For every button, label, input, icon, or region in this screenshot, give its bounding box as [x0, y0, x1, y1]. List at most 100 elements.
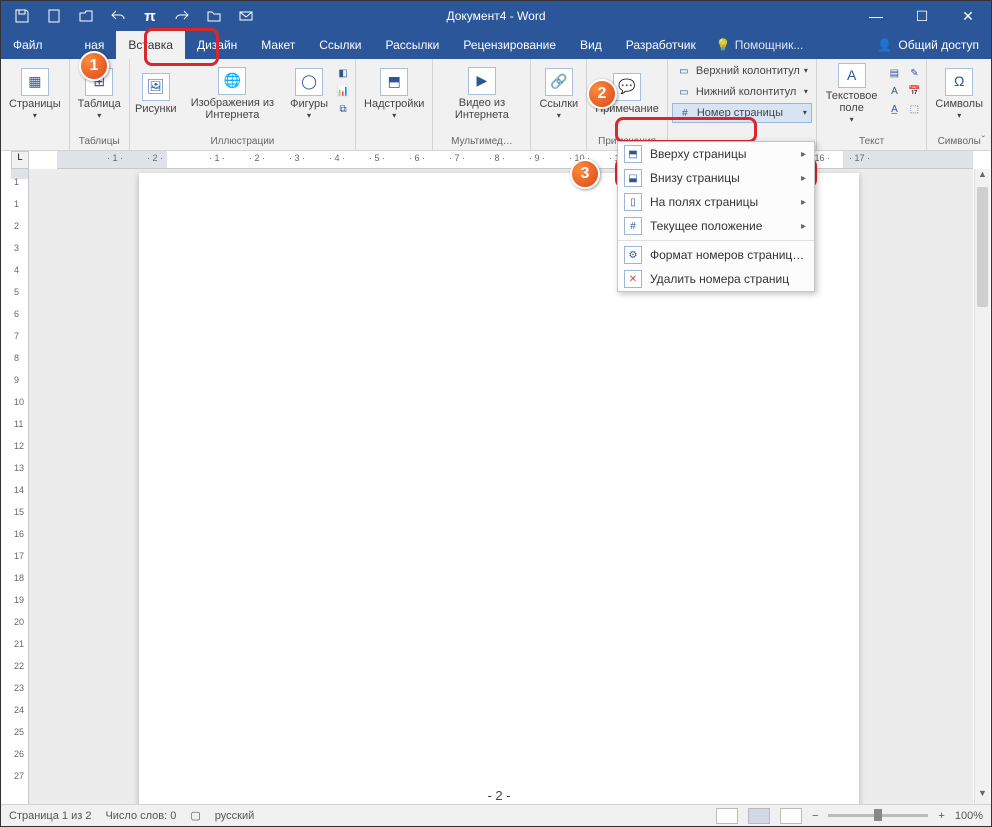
status-page[interactable]: Страница 1 из 2: [9, 810, 91, 822]
dd-remove-page-numbers[interactable]: ✕Удалить номера страниц: [618, 267, 814, 291]
pictures-button[interactable]: 🖼Рисунки: [134, 61, 178, 127]
object-icon[interactable]: ⬚: [906, 101, 922, 117]
status-language[interactable]: русский: [215, 810, 254, 822]
dd-page-margins[interactable]: ▯На полях страницы▸: [618, 190, 814, 214]
quick-access-toolbar: π: [1, 1, 267, 31]
textbox-button[interactable]: AТекстовое поле▾: [821, 61, 883, 127]
view-print-layout[interactable]: [748, 808, 770, 824]
badge-2: 2: [587, 79, 617, 109]
zoom-in-button[interactable]: +: [938, 810, 944, 822]
dd-bottom-of-page[interactable]: ⬓Внизу страницы▸: [618, 166, 814, 190]
proofing-icon[interactable]: ▢: [190, 809, 200, 822]
zoom-slider-knob[interactable]: [874, 809, 882, 821]
chart-icon[interactable]: 📊: [335, 83, 351, 99]
footer-button[interactable]: ▭Нижний колонтитул▾: [672, 82, 812, 102]
scrollbar-thumb[interactable]: [977, 187, 988, 307]
tab-review[interactable]: Рецензирование: [451, 31, 568, 59]
ruler-horizontal[interactable]: · 1 ·· 2 ·· 1 ·· 2 ·· 3 ·· 4 ·· 5 ·· 6 ·…: [57, 151, 973, 169]
window-controls: — ☐ ✕: [853, 1, 991, 31]
screenshot-icon[interactable]: ⧉: [335, 101, 351, 117]
qat-open-icon[interactable]: [73, 3, 99, 29]
qat-folder-icon[interactable]: [201, 3, 227, 29]
qat-save-icon[interactable]: [9, 3, 35, 29]
shapes-button[interactable]: ◯Фигуры▾: [287, 61, 331, 127]
view-read-mode[interactable]: [716, 808, 738, 824]
wordart-icon[interactable]: A: [886, 83, 902, 99]
status-bar: Страница 1 из 2 Число слов: 0 ▢ русский …: [1, 804, 991, 826]
scroll-down-icon[interactable]: ▼: [975, 788, 990, 804]
view-web-layout[interactable]: [780, 808, 802, 824]
tell-me-search[interactable]: 💡Помощник...: [716, 31, 804, 59]
tab-insert[interactable]: Вставка: [116, 31, 185, 59]
group-text: AТекстовое поле▾ ▤ A A̲ ✎ 📅 ⬚ Текст: [817, 59, 928, 150]
qat-redo-icon[interactable]: [169, 3, 195, 29]
ruler-vertical[interactable]: 1123456789101112131415161718192021222324…: [11, 169, 29, 804]
header-icon: ▭: [676, 63, 692, 79]
group-header-footer: ▭Верхний колонтитул▾ ▭Нижний колонтитул▾…: [668, 59, 817, 150]
bulb-icon: 💡: [716, 38, 731, 52]
dropcap-icon[interactable]: A̲: [886, 101, 902, 117]
minimize-button[interactable]: —: [853, 1, 899, 31]
pages-button[interactable]: ▦Страницы▾: [5, 61, 65, 127]
collapse-ribbon-icon[interactable]: ˇ: [982, 135, 985, 146]
qat-new-icon[interactable]: [41, 3, 67, 29]
group-links: 🔗Ссылки▾: [531, 59, 587, 150]
addins-button[interactable]: ⬒Надстройки▾: [360, 61, 428, 127]
group-media: ▶Видео из Интернета Мультимед…: [433, 59, 531, 150]
scroll-up-icon[interactable]: ▲: [975, 169, 990, 185]
smartart-icon[interactable]: ◧: [335, 65, 351, 81]
chevron-right-icon: ▸: [801, 173, 806, 184]
shapes-icon: ◯: [295, 68, 323, 96]
dd-current-position[interactable]: #Текущее положение▸: [618, 214, 814, 238]
tab-references[interactable]: Ссылки: [307, 31, 373, 59]
links-button[interactable]: 🔗Ссылки▾: [535, 61, 582, 127]
addins-icon: ⬒: [380, 68, 408, 96]
tab-design[interactable]: Дизайн: [185, 31, 249, 59]
online-video-button[interactable]: ▶Видео из Интернета: [437, 61, 526, 127]
tab-file[interactable]: Файл: [1, 31, 55, 59]
tab-layout[interactable]: Макет: [249, 31, 307, 59]
page-icon: ▦: [21, 68, 49, 96]
header-button[interactable]: ▭Верхний колонтитул▾: [672, 61, 812, 81]
badge-1: 1: [79, 51, 109, 81]
symbols-button[interactable]: ΩСимволы▾: [931, 61, 987, 127]
page-number-button[interactable]: #Номер страницы▾: [672, 103, 812, 123]
pagenum-icon: #: [677, 105, 693, 121]
dropdown-separator: [618, 240, 814, 241]
qat-mail-icon[interactable]: [233, 3, 259, 29]
maximize-button[interactable]: ☐: [899, 1, 945, 31]
tab-view[interactable]: Вид: [568, 31, 614, 59]
close-button[interactable]: ✕: [945, 1, 991, 31]
dd-format-page-numbers[interactable]: ⚙Формат номеров страниц…: [618, 243, 814, 267]
page-number-dropdown: ⬒Вверху страницы▸ ⬓Внизу страницы▸ ▯На п…: [617, 141, 815, 292]
pagenum-bottom-icon: ⬓: [624, 169, 642, 187]
zoom-level[interactable]: 100%: [955, 810, 983, 822]
dd-top-of-page[interactable]: ⬒Вверху страницы▸: [618, 142, 814, 166]
zoom-out-button[interactable]: −: [812, 810, 818, 822]
format-icon: ⚙: [624, 246, 642, 264]
chevron-right-icon: ▸: [801, 149, 806, 160]
person-icon: 👤: [877, 38, 892, 52]
online-pictures-button[interactable]: 🌐Изображения из Интернета: [182, 61, 283, 127]
signature-icon[interactable]: ✎: [906, 65, 922, 81]
page-number-text: - 2 -: [139, 788, 859, 803]
quickparts-icon[interactable]: ▤: [886, 65, 902, 81]
share-button[interactable]: 👤Общий доступ: [865, 31, 991, 59]
tab-developer[interactable]: Разработчик: [614, 31, 708, 59]
datetime-icon[interactable]: 📅: [906, 83, 922, 99]
chevron-right-icon: ▸: [801, 221, 806, 232]
tab-mailings[interactable]: Рассылки: [374, 31, 452, 59]
zoom-slider[interactable]: [828, 814, 928, 817]
qat-pi-icon[interactable]: π: [137, 3, 163, 29]
status-wordcount[interactable]: Число слов: 0: [105, 810, 176, 822]
pagenum-margin-icon: ▯: [624, 193, 642, 211]
ribbon: ▦Страницы▾ Страницы ⊞Таблица▾ Таблицы 🖼Р…: [1, 59, 991, 151]
vertical-scrollbar[interactable]: ▲ ▼: [974, 169, 990, 804]
document-area: - 2 -: [29, 169, 973, 804]
omega-icon: Ω: [945, 68, 973, 96]
pagenum-current-icon: #: [624, 217, 642, 235]
ruler-corner[interactable]: L: [11, 151, 29, 169]
comment-icon: 💬: [613, 73, 641, 101]
link-icon: 🔗: [545, 68, 573, 96]
qat-undo-icon[interactable]: [105, 3, 131, 29]
